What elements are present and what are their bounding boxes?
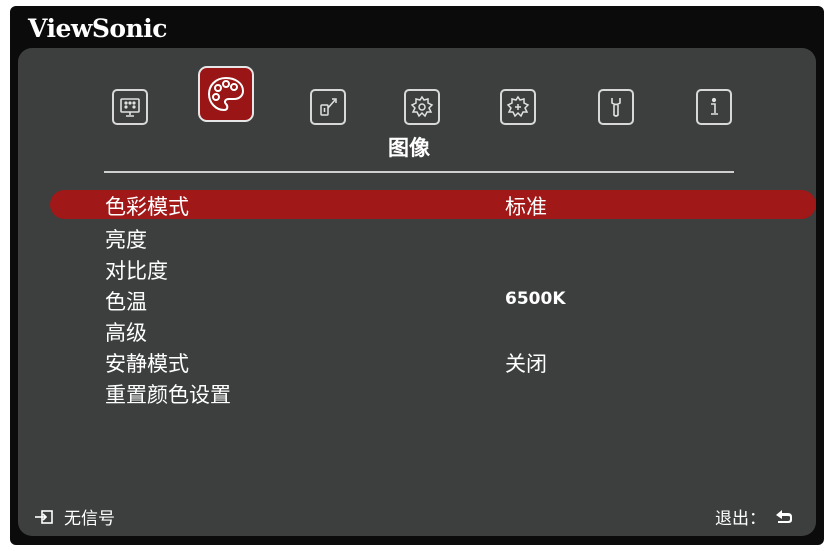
- exit-hint[interactable]: 退出：: [715, 504, 794, 529]
- menu-item-color-mode[interactable]: 色彩模式 标准: [50, 190, 816, 219]
- tab-advanced[interactable]: [500, 89, 536, 125]
- divider: [104, 171, 734, 173]
- display-icon: [120, 98, 140, 117]
- brand-logo: ViewSonic: [28, 14, 168, 43]
- menu-item-color-temperature[interactable]: 色温 6500K: [50, 285, 816, 314]
- menu-item-label: 色彩模式: [105, 195, 189, 219]
- tab-display[interactable]: [112, 89, 148, 125]
- projector-osd: ViewSonic 图像 色彩模式 标准 亮度 对比度 色温 6500K 高级 …: [10, 6, 824, 545]
- menu-item-advanced[interactable]: 高级: [50, 316, 816, 345]
- info-icon: [711, 97, 718, 115]
- gear-advanced-icon: [506, 95, 530, 118]
- tab-image[interactable]: [198, 66, 254, 122]
- menu-item-reset-color[interactable]: 重置颜色设置: [50, 378, 816, 407]
- gear-basic-icon: [410, 95, 434, 118]
- menu-item-label: 重置颜色设置: [105, 383, 231, 407]
- menu-item-value: 标准: [505, 195, 547, 219]
- source-status-text: 无信号: [64, 509, 115, 529]
- menu-item-label: 色温: [105, 290, 147, 314]
- input-source-icon: [35, 509, 53, 524]
- wrench-icon: [611, 98, 621, 117]
- menu-item-quiet-mode[interactable]: 安静模式 关闭: [50, 347, 816, 376]
- tab-info[interactable]: [696, 89, 732, 125]
- tab-system[interactable]: [598, 89, 634, 125]
- active-tab-title: 图像: [388, 136, 430, 160]
- tab-basic[interactable]: [404, 89, 440, 125]
- menu-item-label: 对比度: [105, 259, 168, 283]
- source-status: 无信号: [34, 504, 115, 529]
- menu-panel: 图像 色彩模式 标准 亮度 对比度 色温 6500K 高级 安静模式 关闭 重置…: [18, 48, 816, 536]
- menu-item-brightness[interactable]: 亮度: [50, 223, 816, 252]
- menu-item-value: 6500K: [505, 289, 566, 309]
- return-arrow-icon: [776, 509, 792, 523]
- menu-item-label: 亮度: [105, 228, 147, 252]
- tab-power[interactable]: [310, 89, 346, 125]
- palette-icon: [207, 76, 245, 112]
- menu-item-contrast[interactable]: 对比度: [50, 254, 816, 283]
- menu-item-label: 安静模式: [105, 352, 189, 376]
- exit-label: 退出：: [715, 509, 766, 529]
- power-management-icon: [320, 98, 337, 116]
- menu-item-value: 关闭: [505, 352, 547, 376]
- menu-item-label: 高级: [105, 321, 147, 345]
